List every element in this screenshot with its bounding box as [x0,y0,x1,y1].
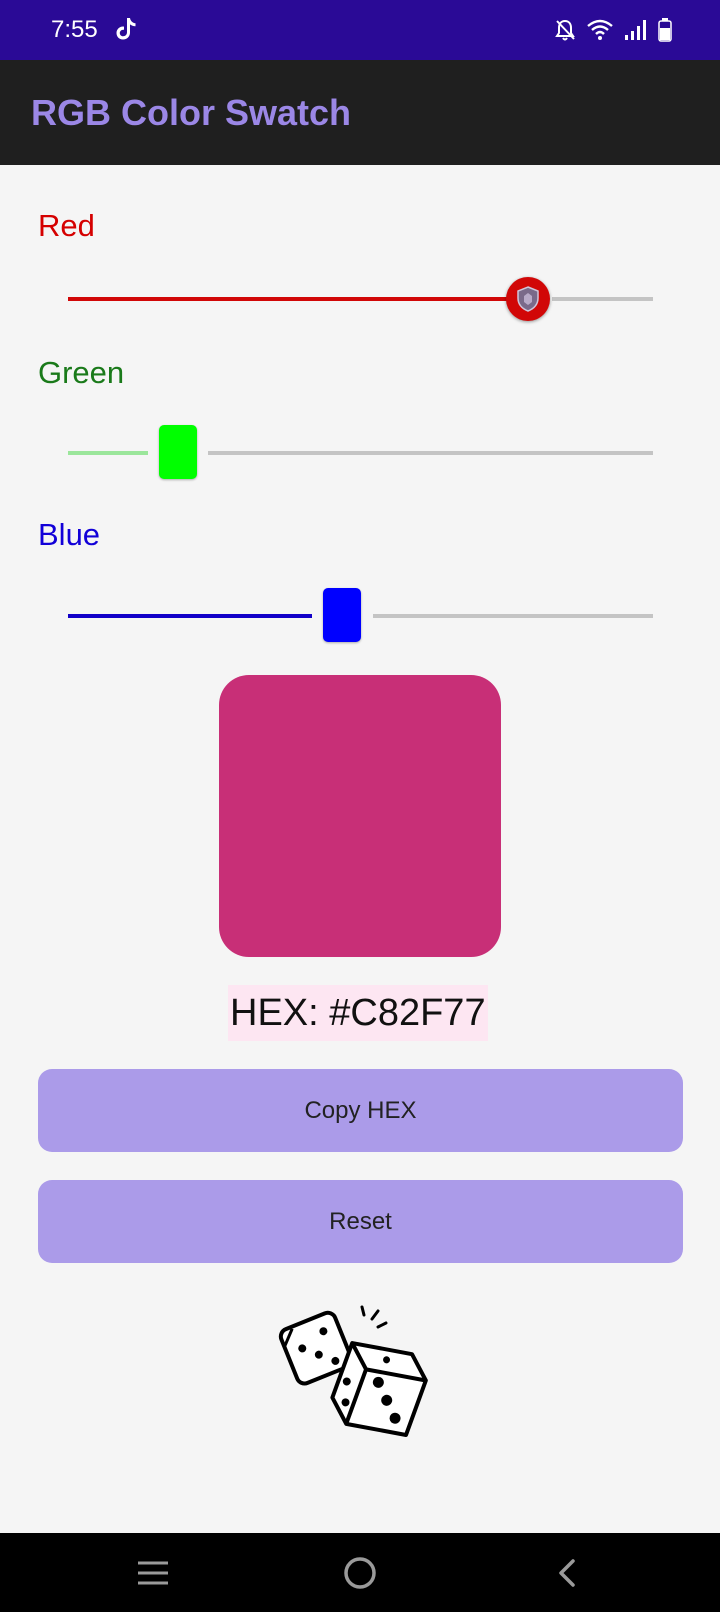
blue-slider[interactable] [68,586,653,646]
blue-slider-thumb[interactable] [323,588,361,642]
green-slider[interactable] [68,423,653,483]
blue-track-active [68,614,312,618]
green-track-active [68,451,148,455]
reset-button[interactable]: Reset [38,1180,683,1263]
app-title: RGB Color Swatch [31,92,352,133]
battery-icon [658,18,672,42]
blue-label: Blue [38,517,101,552]
shield-icon [517,286,539,312]
app-bar: RGB Color Swatch [0,60,720,165]
status-time: 7:55 [51,16,98,43]
red-slider[interactable] [68,269,653,329]
tiktok-icon [116,18,136,40]
recents-button[interactable] [131,1551,175,1595]
red-track-active [68,297,528,301]
back-icon [559,1559,575,1587]
red-label: Red [38,208,95,243]
green-slider-thumb[interactable] [159,425,197,479]
home-button[interactable] [338,1551,382,1595]
back-button[interactable] [545,1551,589,1595]
red-slider-thumb[interactable] [506,277,550,321]
hex-value: HEX: #C82F77 [228,985,488,1041]
wifi-icon [587,19,613,40]
nav-bar [0,1533,720,1612]
recents-icon [138,1561,168,1585]
dice-icon [278,1305,428,1437]
copy-hex-button[interactable]: Copy HEX [38,1069,683,1152]
red-track-inactive [552,297,653,301]
status-icons [554,16,672,44]
green-track-inactive [208,451,653,455]
color-swatch [219,675,501,957]
bell-off-icon [555,19,575,41]
green-label: Green [38,355,125,390]
home-icon [344,1557,376,1589]
signal-icon [625,20,646,40]
status-bar: 7:55 [0,0,720,60]
blue-track-inactive [373,614,653,618]
